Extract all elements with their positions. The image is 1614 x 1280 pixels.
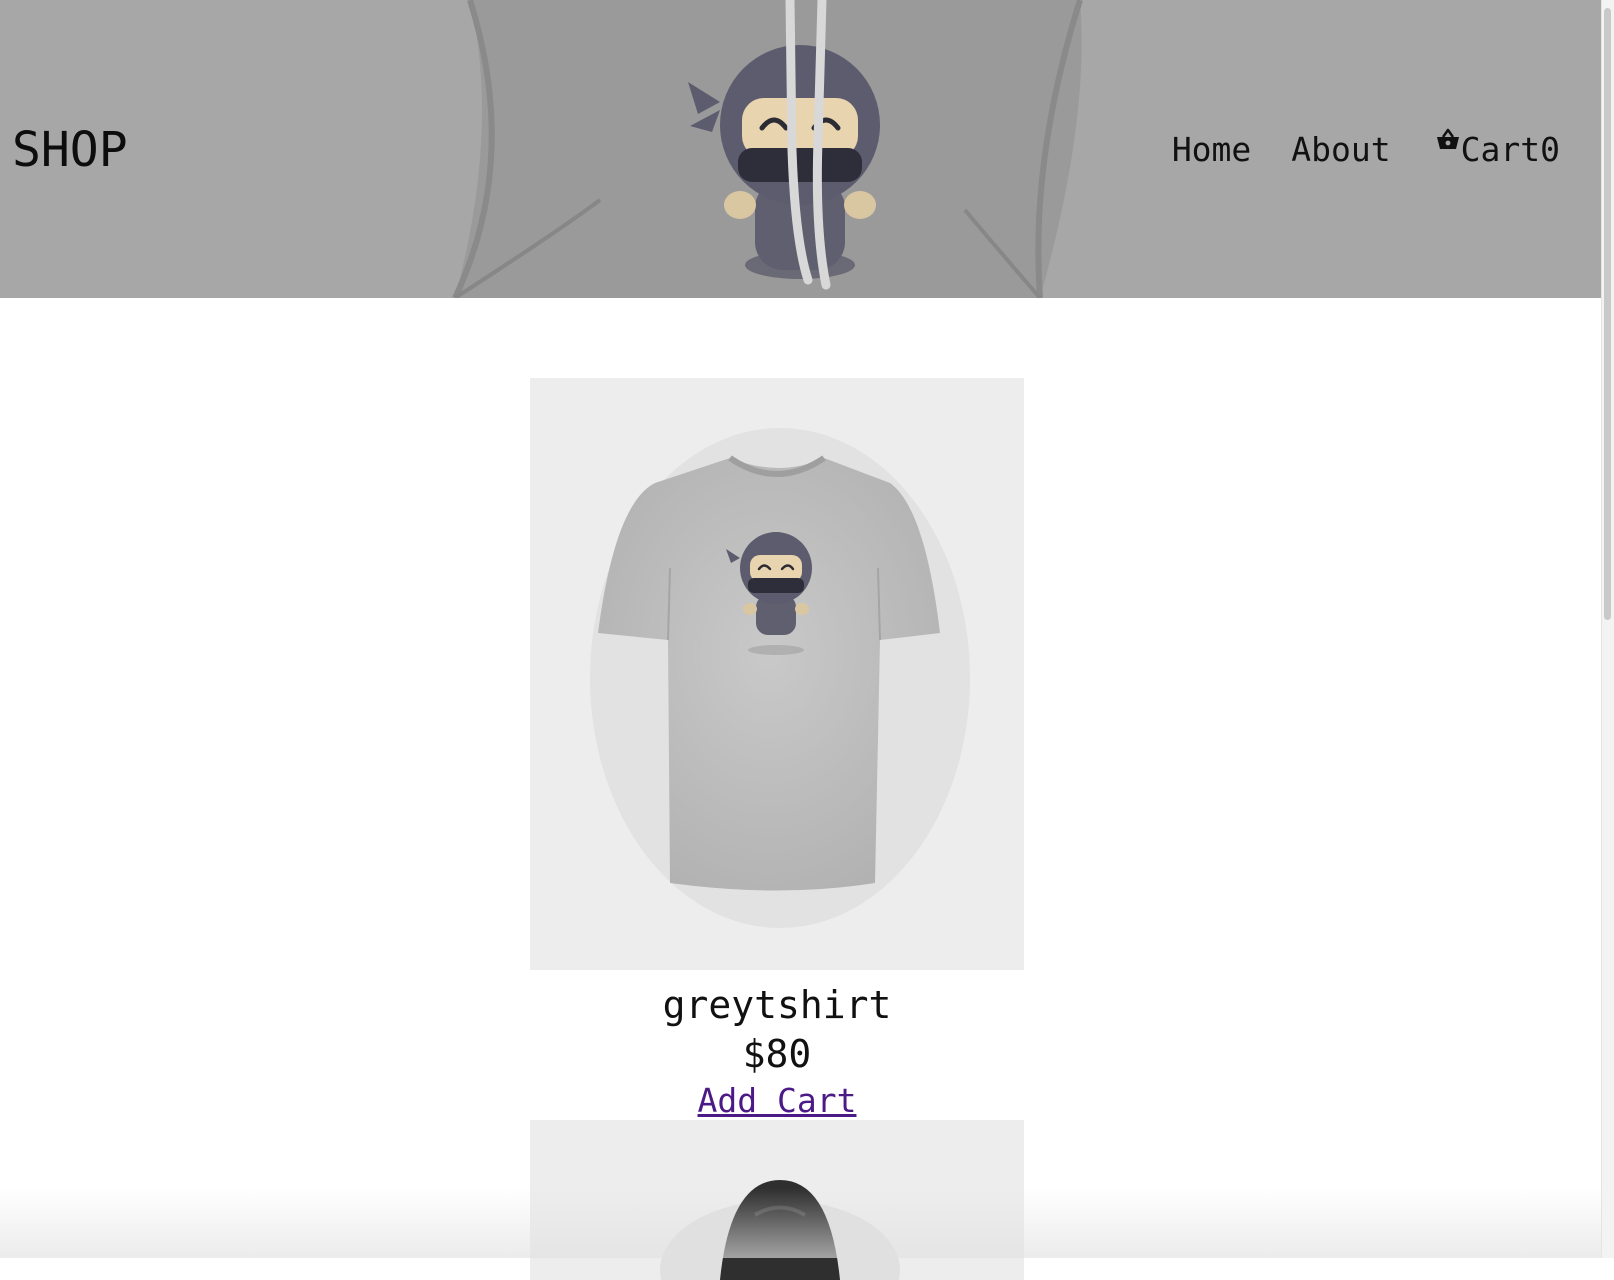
site-logo[interactable]: SHOP	[12, 118, 128, 182]
main-nav: Home About Cart 0	[1172, 126, 1560, 174]
page-scrollbar[interactable]	[1601, 0, 1614, 1258]
scrollbar-thumb[interactable]	[1604, 8, 1611, 620]
nav-about-link[interactable]: About	[1291, 126, 1390, 174]
add-to-cart-link[interactable]: Add Cart	[698, 1078, 857, 1124]
cart-label: Cart	[1460, 130, 1541, 169]
site-header: SHOP Home About Cart 0	[0, 0, 1602, 298]
product-card: greytshirt $80 Add Cart	[530, 378, 1024, 1124]
black-hoodie-image	[660, 1180, 900, 1280]
cart-link[interactable]: Cart 0	[1435, 126, 1560, 174]
cart-count: 0	[1540, 130, 1560, 169]
grey-tshirt-image[interactable]	[530, 378, 1024, 970]
product-price: $80	[742, 1032, 812, 1076]
nav-home-link[interactable]: Home	[1172, 126, 1251, 174]
product-name: greytshirt	[662, 983, 892, 1027]
basket-icon	[1436, 128, 1459, 149]
next-product-image[interactable]	[530, 1120, 1024, 1280]
